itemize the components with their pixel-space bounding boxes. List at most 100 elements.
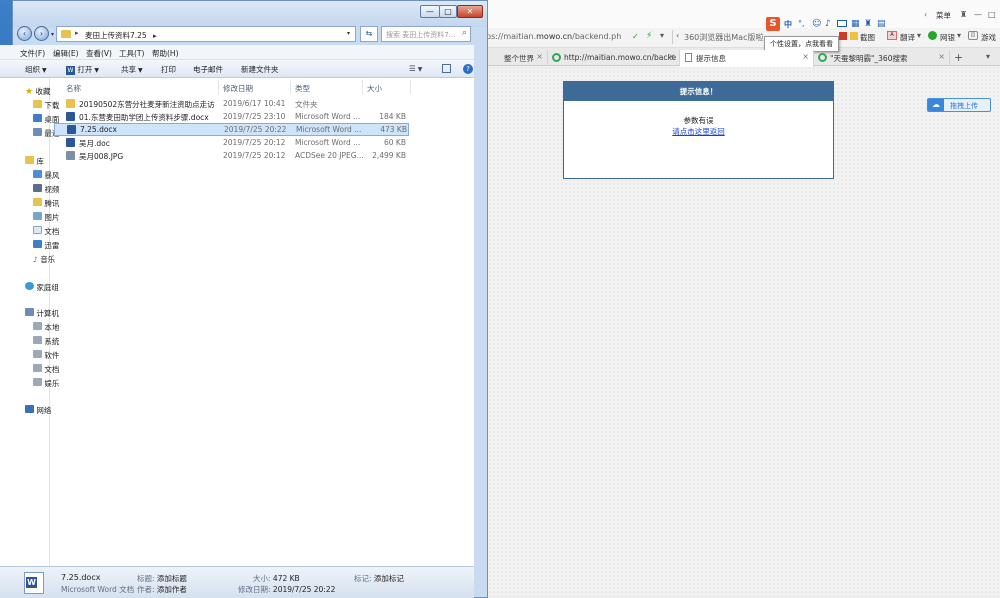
refresh-button[interactable]: ⇆ bbox=[360, 26, 378, 42]
close-icon[interactable]: × bbox=[668, 52, 675, 61]
menu-edit[interactable]: 编辑(E) bbox=[53, 48, 79, 59]
dropdown-icon[interactable]: ▾ bbox=[660, 31, 664, 40]
ime-mode-icon[interactable]: 中 bbox=[784, 19, 792, 30]
minimize-icon[interactable]: — bbox=[974, 10, 982, 19]
translate-label[interactable]: 翻译 bbox=[900, 32, 915, 43]
shirt-icon[interactable]: ♜ bbox=[864, 19, 872, 29]
nav-drive-system[interactable]: 系统 bbox=[33, 336, 59, 347]
menu-tools[interactable]: 工具(T) bbox=[119, 48, 144, 59]
menu-file[interactable]: 文件(F) bbox=[20, 48, 45, 59]
address-dropdown-icon[interactable]: ▾ bbox=[347, 30, 350, 37]
column-separator[interactable] bbox=[362, 80, 363, 94]
lightning-icon[interactable]: ⚡ bbox=[646, 31, 652, 41]
details-author[interactable]: 作者: 添加作者 bbox=[137, 584, 187, 595]
nav-lib-storm[interactable]: 暴风 bbox=[33, 170, 59, 181]
close-icon[interactable]: × bbox=[802, 52, 809, 61]
shirt-icon[interactable]: ♜ bbox=[960, 10, 967, 19]
maximize-button[interactable]: □ bbox=[439, 5, 457, 18]
nav-computer[interactable]: 计算机 bbox=[25, 308, 59, 319]
help-icon[interactable]: ? bbox=[463, 64, 473, 74]
search-hint[interactable]: 360浏览器出Mac版啦 bbox=[684, 32, 763, 43]
details-tags[interactable]: 标记: 添加标记 bbox=[354, 573, 404, 584]
drag-upload-button[interactable]: ☁ 拖拽上传 bbox=[927, 98, 991, 112]
bookmark-icon[interactable] bbox=[850, 32, 858, 40]
tab-maitian-backend[interactable]: http://maitian.mowo.cn/backe × bbox=[548, 50, 680, 66]
menu-help[interactable]: 帮助(H) bbox=[152, 48, 179, 59]
details-title[interactable]: 标题: 添加标题 bbox=[137, 573, 187, 584]
game-label[interactable]: 游戏 bbox=[981, 32, 996, 43]
column-header-type[interactable]: 类型 bbox=[295, 83, 310, 94]
minimize-button[interactable]: — bbox=[420, 5, 440, 18]
chevron-right-icon[interactable]: ▸ bbox=[153, 32, 157, 40]
menu-chevron-icon[interactable]: ‹ bbox=[924, 10, 927, 19]
nav-libraries[interactable]: 库 bbox=[25, 156, 44, 167]
explorer-address-bar[interactable]: ▸ 麦田上传资料7.25 ▸ bbox=[56, 26, 356, 42]
menu-view[interactable]: 查看(V) bbox=[86, 48, 112, 59]
close-icon[interactable]: × bbox=[536, 52, 543, 61]
browser-url[interactable]: ps://maitian.mowo.cn/backend.ph bbox=[486, 32, 621, 41]
chevron-right-icon[interactable]: ▸ bbox=[75, 29, 79, 37]
search-input[interactable]: 搜索 麦田上传资料7... ⌕ bbox=[381, 26, 471, 42]
preview-pane-icon[interactable] bbox=[442, 64, 451, 73]
emoji-icon[interactable]: ☺ bbox=[812, 19, 821, 29]
tab-list-icon[interactable]: ▾ bbox=[986, 52, 990, 61]
nav-network[interactable]: 网络 bbox=[25, 405, 51, 416]
column-header-size[interactable]: 大小 bbox=[367, 83, 382, 94]
breadcrumb[interactable]: 麦田上传资料7.25 bbox=[85, 31, 147, 40]
close-icon[interactable]: × bbox=[938, 52, 945, 61]
translate-icon[interactable]: A bbox=[887, 31, 897, 40]
nav-favorites[interactable]: ★ 收藏 bbox=[25, 86, 50, 97]
nav-drive-local[interactable]: 本地 bbox=[33, 322, 59, 333]
open-button[interactable]: W 打开 ▼ bbox=[66, 64, 99, 75]
recent-pages-icon[interactable]: ▾ bbox=[51, 31, 54, 38]
explorer-titlebar[interactable] bbox=[13, 1, 487, 27]
column-header-name[interactable]: 名称 bbox=[66, 83, 81, 94]
search-icon[interactable]: ⌕ bbox=[462, 28, 467, 38]
nav-drive-docs[interactable]: 文档 bbox=[33, 364, 59, 375]
new-folder-button[interactable]: 新建文件夹 bbox=[241, 64, 279, 75]
column-header-date[interactable]: 修改日期 bbox=[223, 83, 253, 94]
nav-lib-documents[interactable]: 文档 bbox=[33, 226, 59, 237]
file-row[interactable]: 01.东营麦田助学团上传资料步骤.docx 2019/7/25 23:10 Mi… bbox=[54, 111, 409, 123]
forward-button[interactable]: › bbox=[34, 26, 49, 41]
close-button[interactable]: ✕ bbox=[457, 5, 483, 18]
keyboard-icon[interactable] bbox=[837, 20, 847, 27]
nav-drive-entertainment[interactable]: 娱乐 bbox=[33, 378, 59, 389]
sogou-ime-icon[interactable]: S bbox=[766, 17, 780, 31]
toolbox-icon[interactable]: ▤ bbox=[877, 19, 886, 29]
maximize-icon[interactable]: □ bbox=[988, 10, 996, 19]
nav-lib-thunder[interactable]: 迅雷 bbox=[33, 240, 59, 251]
column-separator[interactable] bbox=[290, 80, 291, 94]
screenshot-icon[interactable] bbox=[839, 32, 847, 40]
back-button[interactable]: ‹ bbox=[17, 26, 32, 41]
notice-return-link[interactable]: 请点击这里返回 bbox=[564, 126, 833, 137]
nav-lib-video[interactable]: 视频 bbox=[33, 184, 59, 195]
nav-lib-pictures[interactable]: 图片 bbox=[33, 212, 59, 223]
nav-drive-software[interactable]: 软件 bbox=[33, 350, 59, 361]
print-button[interactable]: 打印 bbox=[161, 64, 176, 75]
organize-button[interactable]: 组织 ▼ bbox=[25, 64, 47, 75]
punctuation-icon[interactable]: °, bbox=[798, 19, 805, 28]
tab-360-search[interactable]: "天蚕黎明霸"_360搜索 × bbox=[814, 50, 950, 66]
view-options-icon[interactable]: ☰ ▼ bbox=[409, 64, 422, 73]
file-row[interactable]: 吴月008.JPG 2019/7/25 20:12 ACDSee 20 JPEG… bbox=[54, 150, 409, 162]
voice-icon[interactable]: ♪ bbox=[825, 19, 831, 29]
file-row-selected[interactable]: 7.25.docx 2019/7/25 20:22 Microsoft Word… bbox=[54, 123, 409, 136]
nav-lib-tencent[interactable]: 腾讯 bbox=[33, 198, 59, 209]
file-row[interactable]: 吴月.doc 2019/7/25 20:12 Microsoft Word ..… bbox=[54, 137, 409, 149]
new-tab-icon[interactable]: + bbox=[954, 51, 963, 64]
dropdown-icon[interactable]: ▾ bbox=[957, 31, 961, 40]
nav-lib-music[interactable]: ♪ 音乐 bbox=[33, 254, 55, 265]
email-button[interactable]: 电子邮件 bbox=[193, 64, 223, 75]
column-separator[interactable] bbox=[218, 80, 219, 94]
bank-label[interactable]: 网银 bbox=[940, 32, 955, 43]
dropdown-icon[interactable]: ▾ bbox=[917, 31, 921, 40]
column-separator[interactable] bbox=[410, 80, 411, 94]
game-icon[interactable]: ◫ bbox=[968, 31, 978, 40]
menu-label[interactable]: 菜单 bbox=[936, 10, 951, 21]
share-button[interactable]: 共享 ▼ bbox=[121, 64, 143, 75]
file-row[interactable]: 20190502东营分社麦芽新注资助点走访... 2019/6/17 10:41… bbox=[54, 98, 409, 110]
tab-notice[interactable]: 提示信息 × bbox=[680, 50, 814, 67]
screenshot-label[interactable]: 截图 bbox=[860, 32, 875, 43]
back-icon[interactable]: ‹ bbox=[676, 31, 679, 40]
